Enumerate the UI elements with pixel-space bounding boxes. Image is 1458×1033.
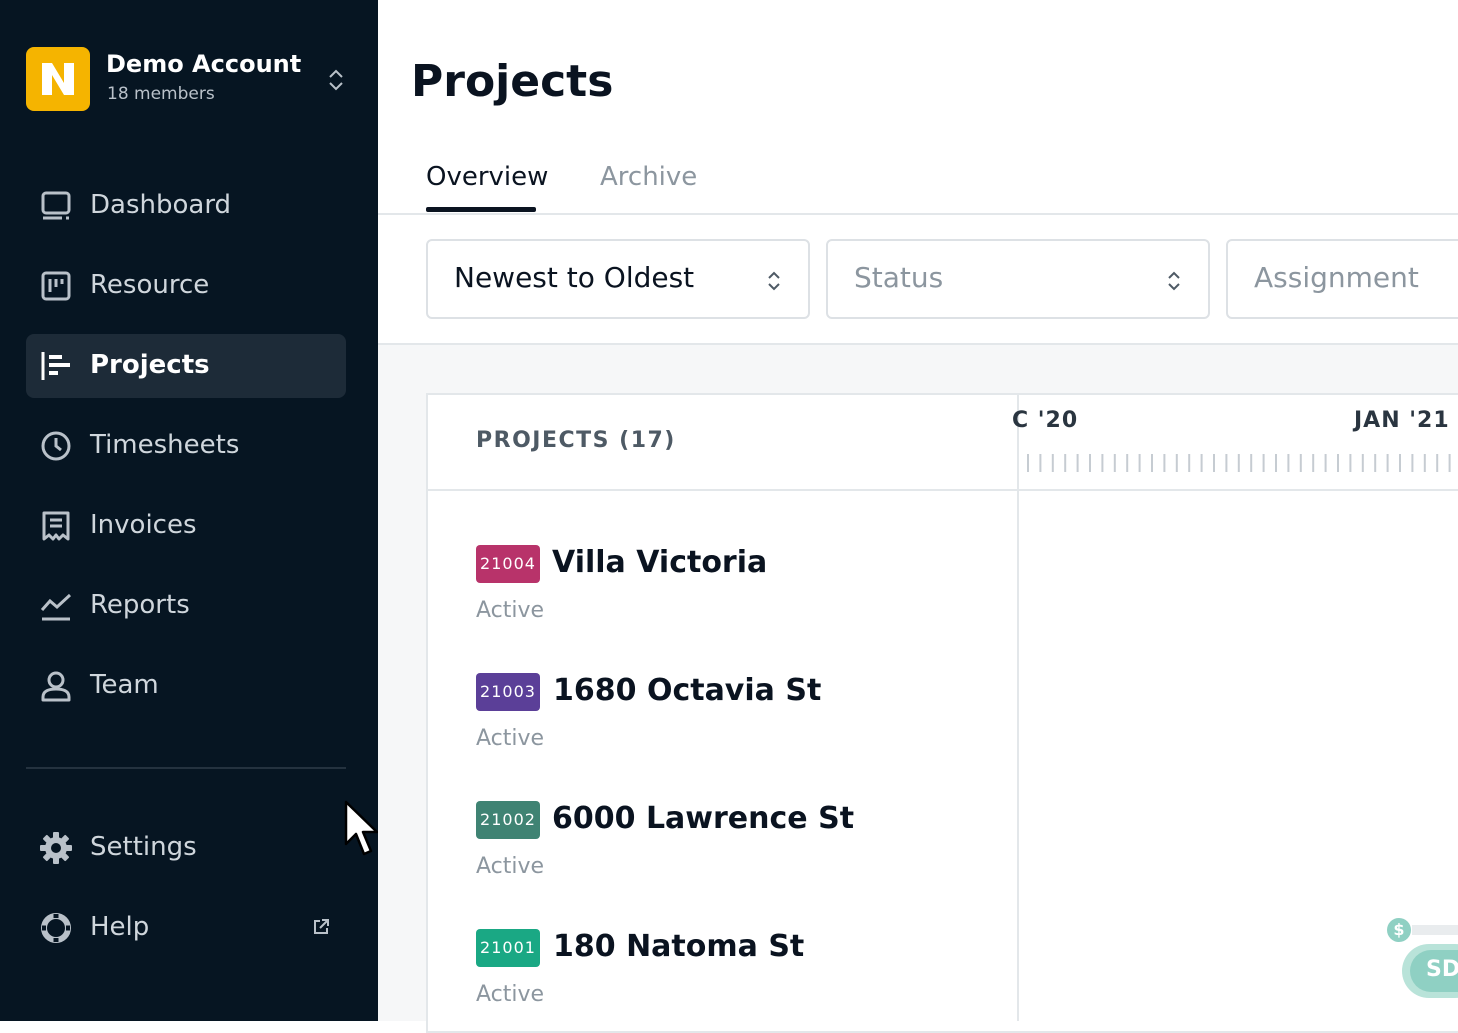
status-select[interactable]: Status [826, 239, 1210, 319]
panel-header-divider [428, 489, 1458, 491]
timeline-ticks [1027, 454, 1451, 472]
chevron-updown-icon [766, 269, 782, 297]
sort-select-value: Newest to Oldest [454, 261, 695, 294]
nav-invoices[interactable]: Invoices [26, 494, 346, 558]
timeline-month-label: C '20 [1012, 408, 1079, 433]
nav-resource[interactable]: Resource [26, 254, 346, 318]
active-tab-indicator [426, 207, 536, 212]
nav-label: Invoices [90, 510, 197, 540]
nav-label: Resource [90, 270, 210, 300]
projects-icon [40, 350, 72, 382]
projects-count-header: PROJECTS (17) [476, 428, 676, 453]
mouse-cursor-icon [344, 800, 382, 864]
nav-label: Reports [90, 590, 190, 620]
nav-label: Dashboard [90, 190, 232, 220]
assignment-select-placeholder: Assignment [1254, 261, 1419, 294]
chevron-updown-icon [1166, 269, 1182, 297]
dollar-icon[interactable]: $ [1387, 918, 1411, 942]
assignee-initials: SD [1426, 957, 1458, 982]
project-status: Active [476, 982, 545, 1007]
gear-icon [40, 832, 72, 864]
nav-reports[interactable]: Reports [26, 574, 346, 638]
account-logo [26, 47, 90, 111]
page-title: Projects [411, 56, 614, 107]
chevron-updown-icon[interactable] [326, 68, 346, 96]
lifebuoy-icon [40, 912, 72, 944]
account-name: Demo Account [106, 50, 302, 78]
project-code-badge: 21003 [476, 673, 540, 711]
external-link-icon[interactable] [312, 918, 330, 940]
project-name[interactable]: 180 Natoma St [553, 929, 804, 964]
nav-label: Timesheets [90, 430, 240, 460]
account-members: 18 members [107, 84, 215, 104]
project-code-badge: 21004 [476, 545, 540, 583]
nav-label: Projects [90, 350, 210, 380]
monitor-icon [40, 190, 72, 222]
nav-label: Settings [90, 832, 197, 862]
sidebar: Demo Account 18 members Dashboard Resour… [0, 0, 378, 1021]
nav-label: Help [90, 912, 150, 942]
project-code-badge: 21002 [476, 801, 540, 839]
nav-label: Team [90, 670, 159, 700]
timeline-month-label: JAN '21 [1354, 408, 1450, 433]
invoice-icon [40, 510, 72, 542]
tab-overview[interactable]: Overview [426, 162, 548, 192]
assignment-select[interactable]: Assignment [1226, 239, 1458, 319]
nav-timesheets[interactable]: Timesheets [26, 414, 346, 478]
project-name[interactable]: 1680 Octavia St [553, 673, 821, 708]
person-icon [40, 670, 72, 702]
project-name[interactable]: Villa Victoria [552, 545, 767, 580]
project-status: Active [476, 854, 545, 879]
nav-dashboard[interactable]: Dashboard [26, 174, 346, 238]
nav-team[interactable]: Team [26, 654, 346, 718]
status-select-placeholder: Status [854, 261, 944, 294]
tab-archive[interactable]: Archive [600, 162, 697, 192]
project-status: Active [476, 726, 545, 751]
clock-icon [40, 430, 72, 462]
timeline-bar [1412, 925, 1458, 935]
account-switcher[interactable]: Demo Account 18 members [26, 46, 356, 112]
project-status: Active [476, 598, 545, 623]
nav-projects[interactable]: Projects [26, 334, 346, 398]
project-name[interactable]: 6000 Lawrence St [552, 801, 854, 836]
project-code-badge: 21001 [476, 929, 540, 967]
board-icon [40, 270, 72, 302]
chart-line-icon [40, 590, 72, 622]
nav-help[interactable]: Help [26, 896, 346, 960]
sort-select[interactable]: Newest to Oldest [426, 239, 810, 319]
nav-settings[interactable]: Settings [26, 816, 346, 880]
sidebar-divider [26, 767, 346, 769]
tabs-divider [378, 213, 1458, 215]
